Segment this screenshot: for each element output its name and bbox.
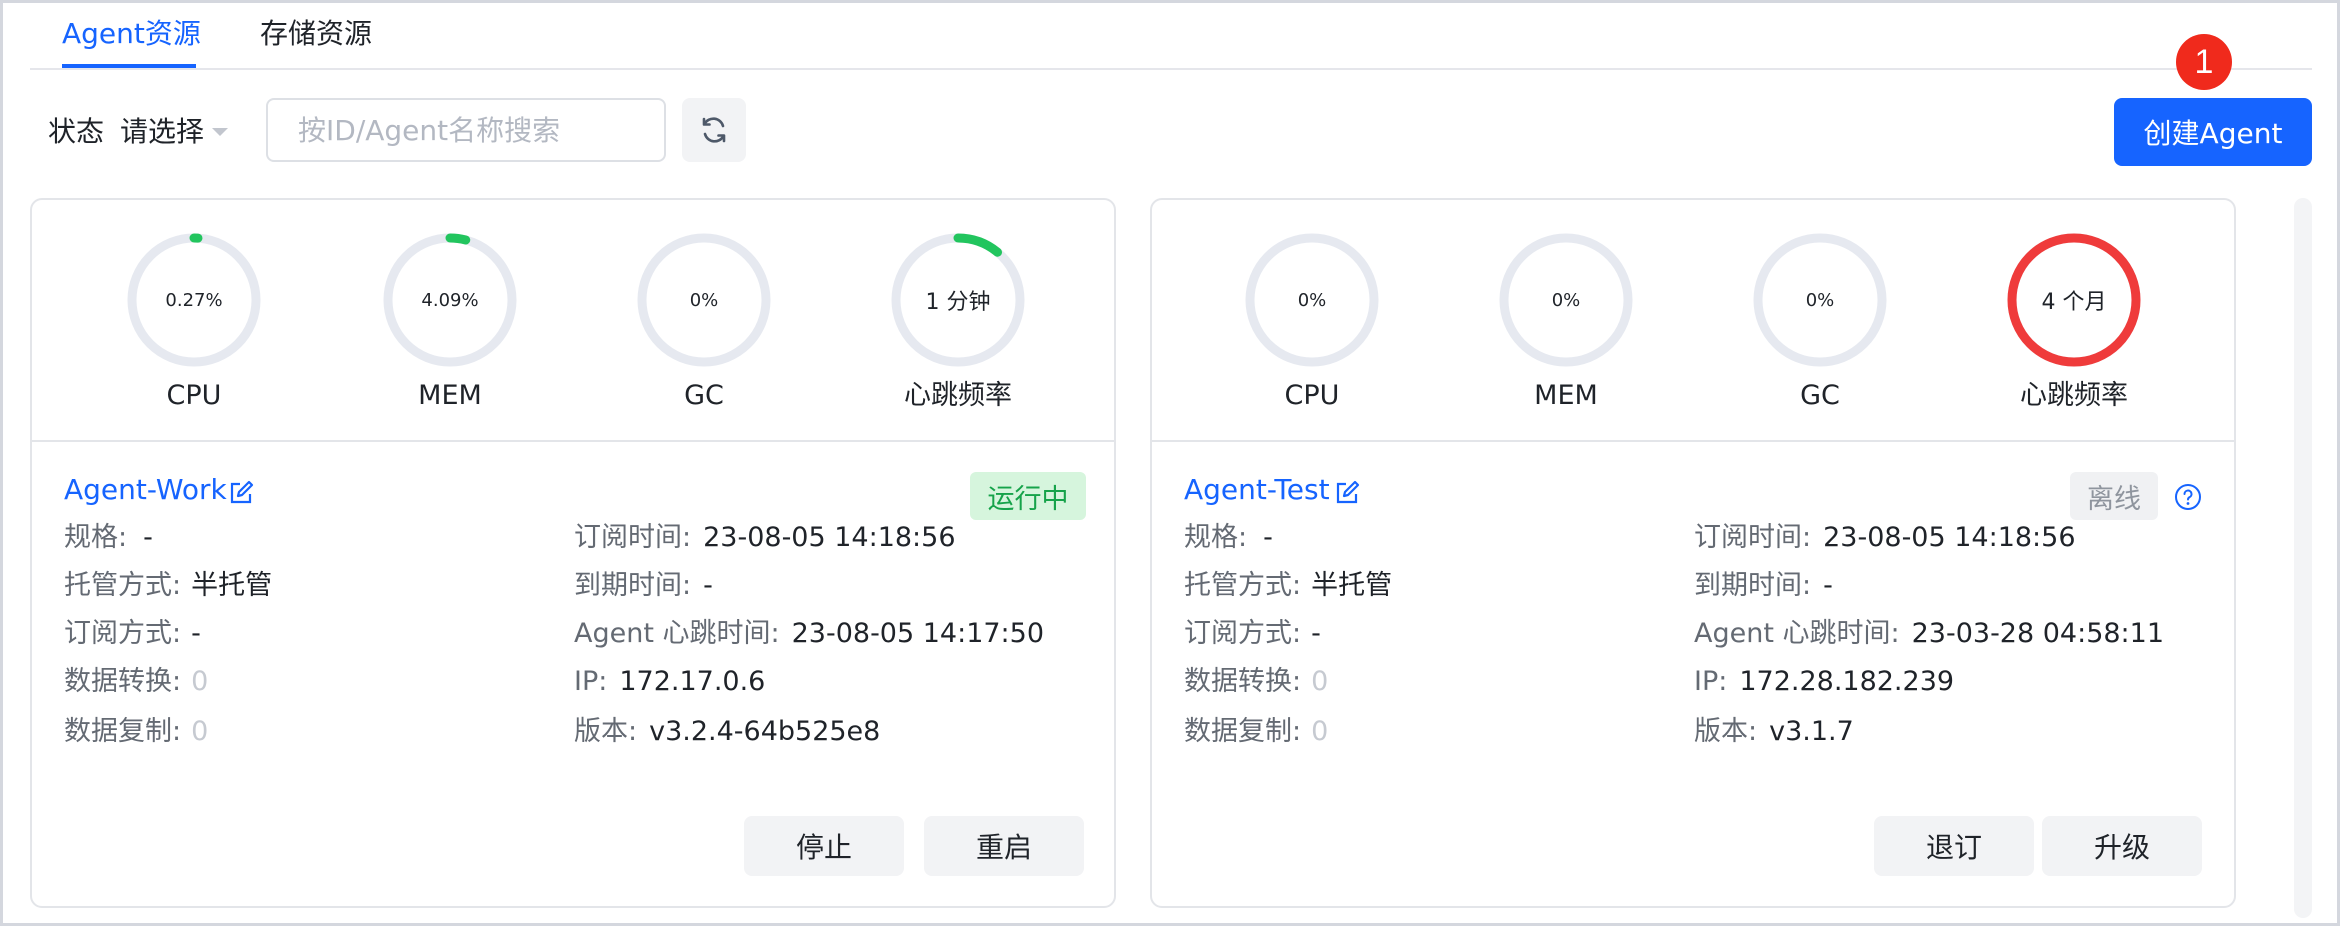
gauge-cpu: 0% <box>1212 232 1412 367</box>
field-subscription: 订阅方式: - <box>64 618 201 649</box>
gauge-cpu: 0.27% <box>94 232 294 367</box>
help-icon[interactable] <box>2174 483 2202 511</box>
field-subscribe-time: 订阅时间: 23-08-05 14:18:56 <box>574 522 956 553</box>
status-filter-label: 状态 <box>48 115 105 148</box>
gauge-value: 0.27% <box>165 289 223 311</box>
gauge-value: 1 分钟 <box>925 290 991 315</box>
agent-card: 0.27% CPU 4.09% MEM 0% GC 1 分钟 心跳频率 Agen… <box>30 198 1116 908</box>
stop-button[interactable]: 停止 <box>744 816 904 876</box>
gauge-value: 0% <box>1551 289 1581 311</box>
gauge-label: GC <box>684 380 724 411</box>
gauge-value: 4.09% <box>421 289 479 311</box>
field-hosting: 托管方式: 半托管 <box>64 570 273 601</box>
field-subscription: 订阅方式: - <box>1184 618 1321 649</box>
field-data-copy: 数据复制: 0 <box>64 716 209 747</box>
refresh-icon <box>702 117 726 143</box>
field-spec: 规格: - <box>1184 522 1273 553</box>
tab-storage-resources[interactable]: 存储资源 <box>260 14 372 54</box>
gauge-value: 0% <box>1297 289 1327 311</box>
create-agent-button[interactable]: 创建Agent <box>2114 98 2312 166</box>
field-subscribe-time: 订阅时间: 23-08-05 14:18:56 <box>1694 522 2076 553</box>
field-data-copy: 数据复制: 0 <box>1184 716 1329 747</box>
field-expire-time: 到期时间: - <box>1694 570 1833 601</box>
unsubscribe-button[interactable]: 退订 <box>1874 816 2034 876</box>
status-filter-select[interactable]: 请选择 <box>120 112 204 152</box>
gauge-mem: 0% <box>1466 232 1666 367</box>
search-input[interactable] <box>266 98 666 162</box>
gauge-label: CPU <box>1284 380 1340 411</box>
field-data-transform: 数据转换: 0 <box>1184 666 1329 697</box>
gauge-value: 4 个月 <box>2041 290 2107 315</box>
gauge-label: 心跳频率 <box>2020 380 2128 411</box>
field-heartbeat-time: Agent 心跳时间: 23-08-05 14:17:50 <box>574 618 1045 649</box>
gauge-label: GC <box>1800 380 1840 411</box>
field-spec: 规格: - <box>64 522 153 553</box>
restart-button[interactable]: 重启 <box>924 816 1084 876</box>
status-badge: 运行中 <box>970 472 1086 520</box>
field-ip: IP: 172.17.0.6 <box>574 666 766 697</box>
vertical-scrollbar[interactable] <box>2294 198 2312 918</box>
field-ip: IP: 172.28.182.239 <box>1694 666 1955 697</box>
edit-icon[interactable] <box>1334 480 1360 506</box>
field-hosting: 托管方式: 半托管 <box>1184 570 1393 601</box>
gauge-label: MEM <box>418 380 482 411</box>
agent-name-link[interactable]: Agent-Work <box>64 470 227 510</box>
card-divider <box>32 440 1114 442</box>
tab-bar: Agent资源 存储资源 <box>30 0 2312 70</box>
field-expire-time: 到期时间: - <box>574 570 713 601</box>
gauge-heartbeat: 1 分钟 <box>858 232 1058 367</box>
field-version: 版本: v3.2.4-64b525e8 <box>574 716 881 747</box>
card-divider <box>1152 440 2234 442</box>
gauge-mem: 4.09% <box>350 232 550 367</box>
gauge-label: MEM <box>1534 380 1598 411</box>
gauge-gc: 0% <box>604 232 804 367</box>
gauge-label: CPU <box>166 380 222 411</box>
field-data-transform: 数据转换: 0 <box>64 666 209 697</box>
status-badge: 离线 <box>2070 472 2158 520</box>
agent-card: 0% CPU 0% MEM 0% GC 4 个月 心跳频率 Agent-Test… <box>1150 198 2236 908</box>
tab-agent-resources[interactable]: Agent资源 <box>62 14 201 54</box>
caret-down-icon[interactable] <box>212 128 228 136</box>
edit-icon[interactable] <box>228 480 254 506</box>
gauge-value: 0% <box>1805 289 1835 311</box>
upgrade-button[interactable]: 升级 <box>2042 816 2202 876</box>
callout-marker: 1 <box>2176 34 2232 90</box>
gauge-label: 心跳频率 <box>904 380 1012 411</box>
gauge-gc: 0% <box>1720 232 1920 367</box>
gauge-value: 0% <box>689 289 719 311</box>
gauge-heartbeat: 4 个月 <box>1974 232 2174 367</box>
field-heartbeat-time: Agent 心跳时间: 23-03-28 04:58:11 <box>1694 618 2165 649</box>
agent-name-link[interactable]: Agent-Test <box>1184 470 1330 510</box>
active-tab-indicator <box>62 64 196 68</box>
field-version: 版本: v3.1.7 <box>1694 716 1854 747</box>
refresh-button[interactable] <box>682 98 746 162</box>
